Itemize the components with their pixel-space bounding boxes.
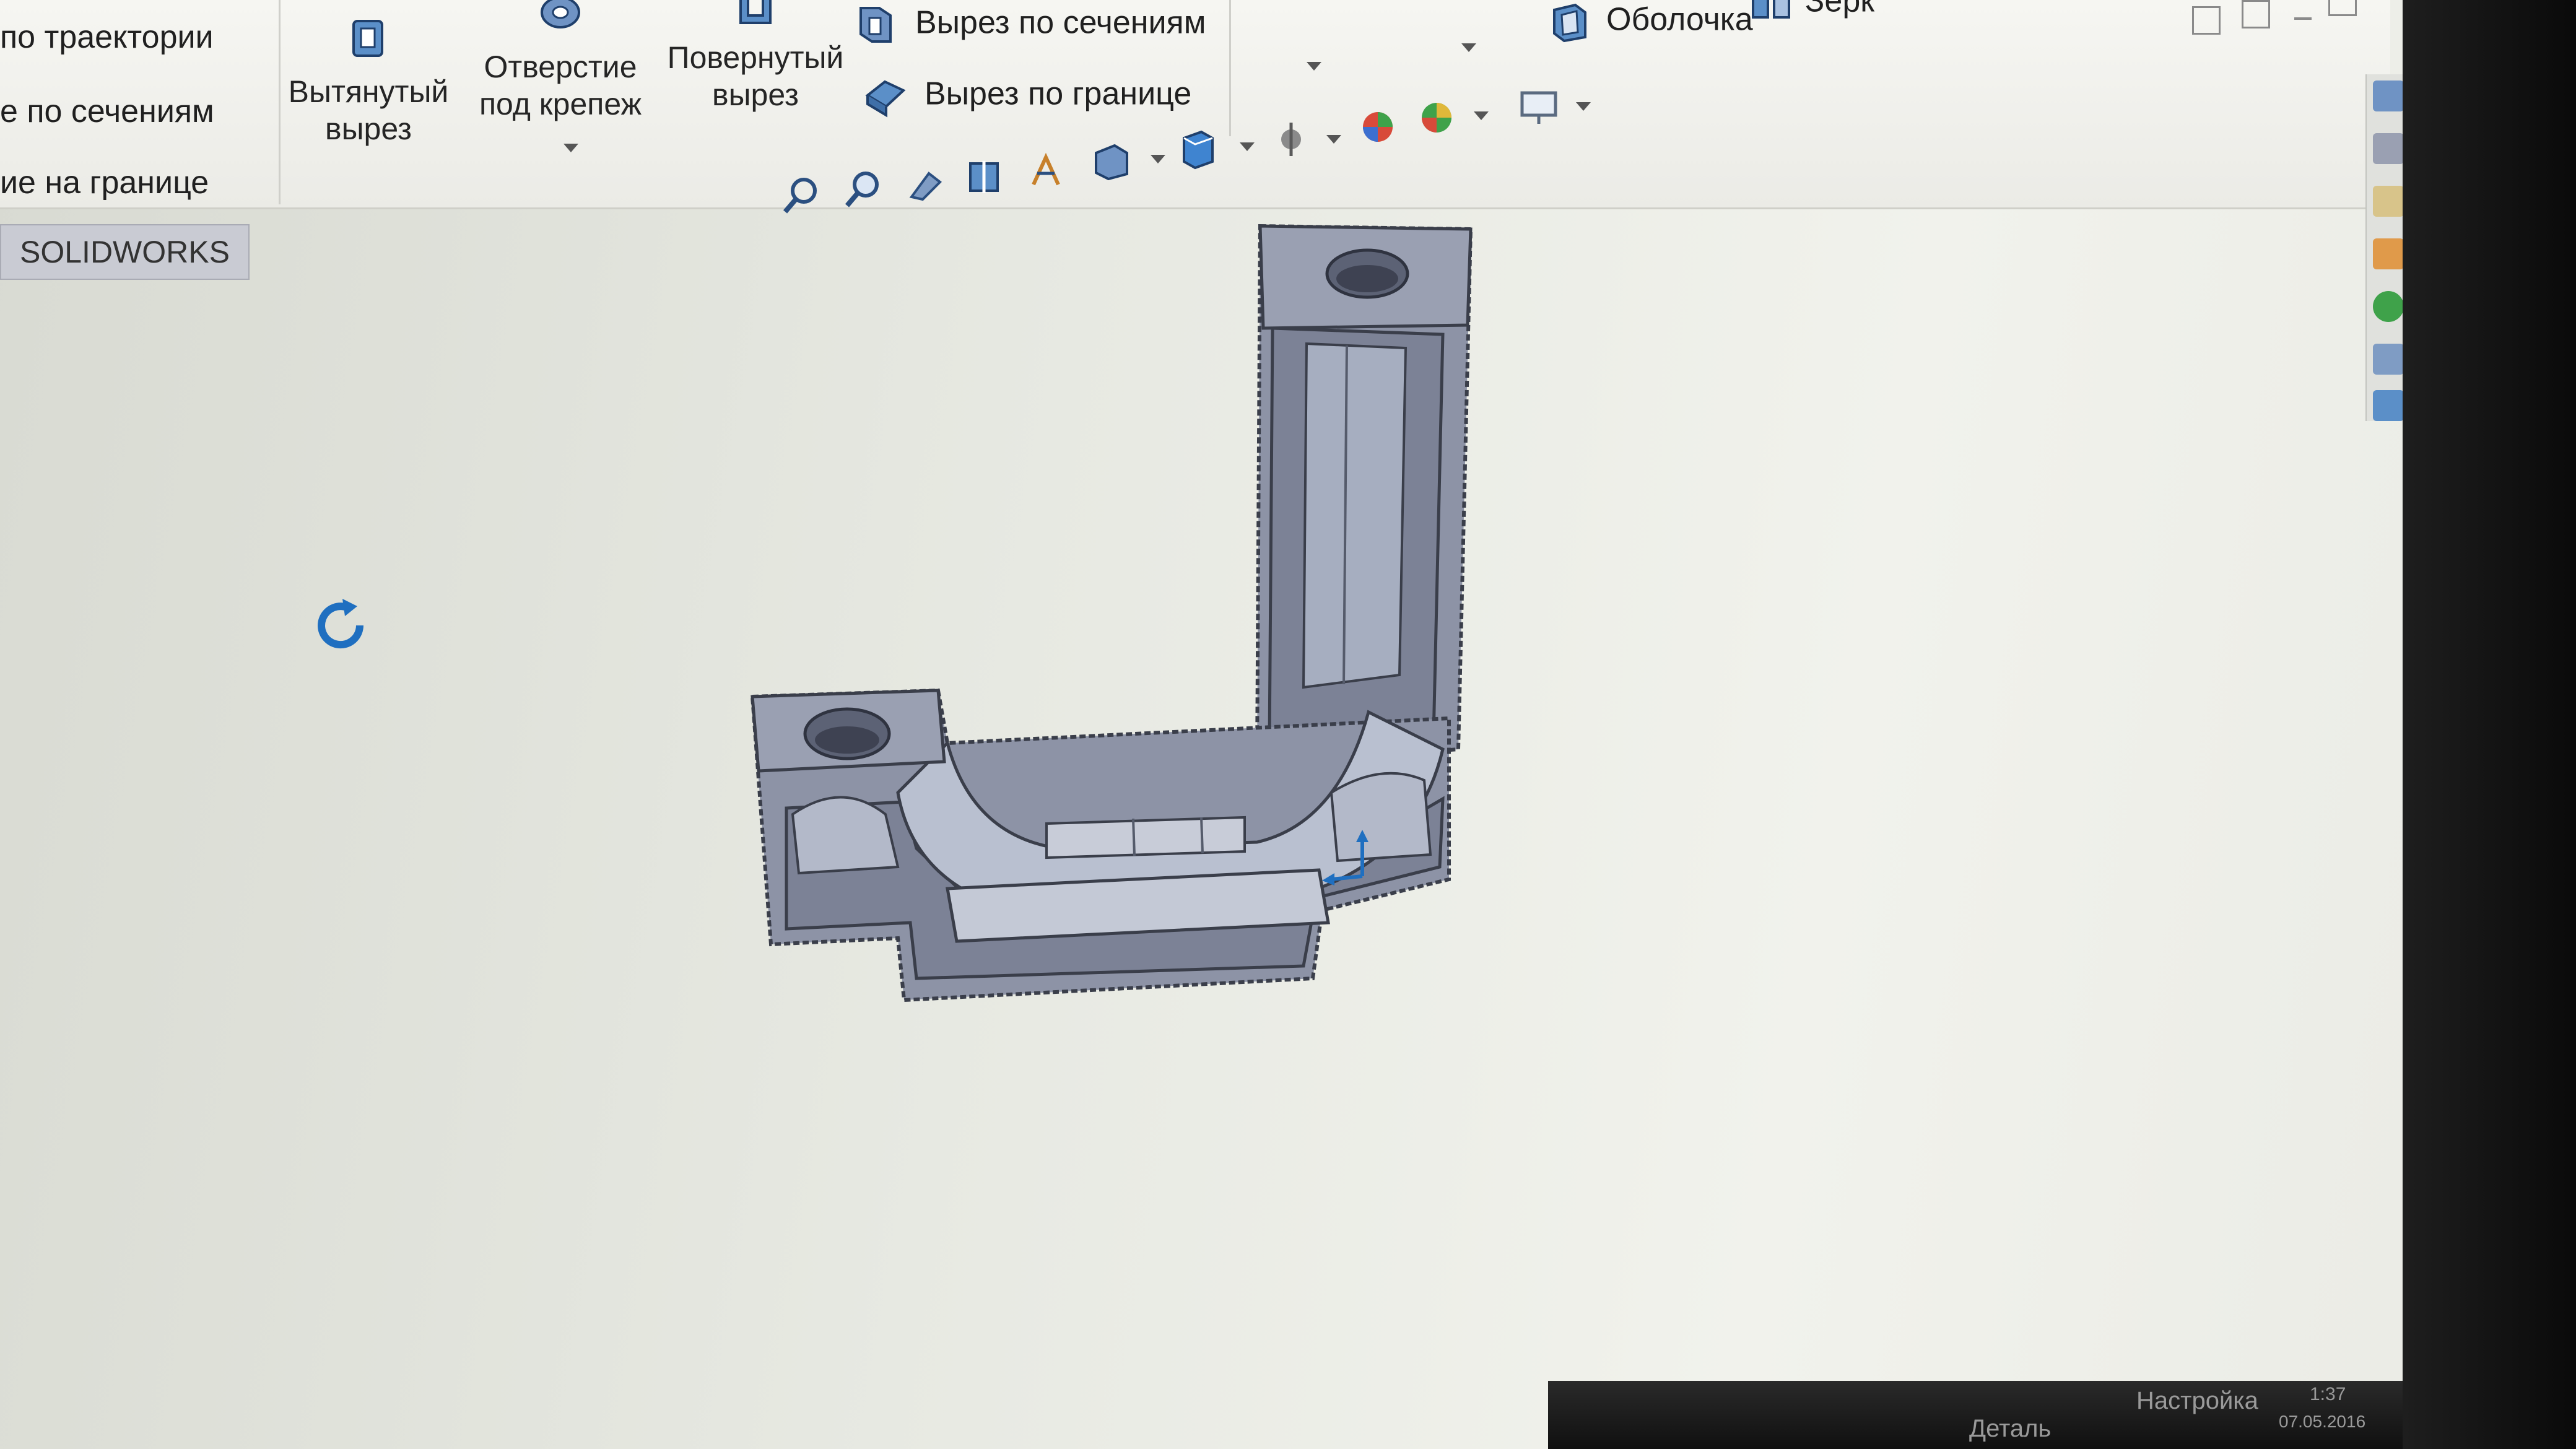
tile-icon[interactable] xyxy=(2242,0,2270,28)
maximize-icon[interactable] xyxy=(2328,0,2357,16)
restore-icon[interactable] xyxy=(2192,6,2221,35)
custom-properties-icon[interactable] xyxy=(2373,344,2404,375)
ribbon-more-dropdown-icon[interactable] xyxy=(1307,62,1321,71)
apply-scene-icon[interactable] xyxy=(1415,96,1458,139)
base-flat-face xyxy=(1045,816,1246,859)
status-custom-button[interactable]: Настройка xyxy=(2136,1387,2258,1415)
extruded-cut-line1: Вытянутый xyxy=(288,74,449,109)
hide-show-icon[interactable] xyxy=(1269,118,1313,161)
ribbon-divider-2 xyxy=(1229,0,1231,136)
display-style-dropdown-icon[interactable] xyxy=(1240,142,1255,151)
base-edge-2 xyxy=(1200,817,1204,854)
shell-icon xyxy=(1553,3,1586,43)
revolved-cut-button[interactable]: Повернутый вырез xyxy=(663,0,848,113)
revolved-cut-line1: Повернутый xyxy=(667,40,844,75)
ribbon-divider xyxy=(279,0,281,204)
screen: по траектории е по сечениям ие на границ… xyxy=(0,0,2576,1449)
base-right-fillet xyxy=(1329,772,1432,863)
mirror-button[interactable]: Зерк xyxy=(1749,0,1874,25)
monitor-bezel xyxy=(2403,0,2576,1449)
view-settings-dropdown-icon[interactable] xyxy=(1576,102,1591,111)
hole-wizard-line1: Отверстие xyxy=(484,50,637,84)
dynamic-annotation-icon[interactable] xyxy=(1025,149,1068,192)
status-bar: Деталь Настройка 1:37 07.05.2016 xyxy=(1548,1381,2415,1449)
column-channel-face xyxy=(1302,342,1408,689)
extruded-cut-button[interactable]: Вытянутый вырез xyxy=(288,12,449,147)
view-orientation-dropdown-icon[interactable] xyxy=(1151,155,1165,163)
mirror-label: Зерк xyxy=(1805,0,1874,19)
boundary-cut-button[interactable]: Вырез по границе xyxy=(864,74,1191,118)
design-library-icon[interactable] xyxy=(2373,238,2404,269)
clock-time: 1:37 xyxy=(2310,1384,2346,1404)
file-explorer-icon[interactable] xyxy=(2373,186,2404,217)
boundary-cut-icon xyxy=(865,80,906,118)
hole-wizard-dropdown-icon[interactable] xyxy=(564,144,578,152)
hide-show-dropdown-icon[interactable] xyxy=(1326,135,1341,144)
minimize-icon[interactable] xyxy=(2294,17,2312,20)
boundary-cut-left-button[interactable]: ие на границе xyxy=(0,164,209,201)
shell-label: Оболочка xyxy=(1606,1,1753,38)
extruded-cut-line2: вырез xyxy=(325,111,412,146)
edit-appearance-icon[interactable] xyxy=(1356,105,1399,149)
home-icon[interactable] xyxy=(2373,80,2404,111)
mirror-icon xyxy=(1752,0,1790,19)
previous-view-icon[interactable] xyxy=(904,161,947,204)
swept-cut-button[interactable]: по траектории xyxy=(0,19,214,56)
extruded-cut-icon xyxy=(352,20,383,57)
hole-wizard-button[interactable]: Отверстие под крепеж xyxy=(468,0,653,123)
hole-wizard-line2: под крепеж xyxy=(479,87,642,121)
appearances-icon[interactable] xyxy=(2373,291,2404,322)
lofted-cut-label: Вырез по сечениям xyxy=(915,4,1206,41)
base-edge-1 xyxy=(1132,818,1136,856)
view-settings-icon[interactable] xyxy=(1517,87,1560,130)
rotate-view-icon xyxy=(318,599,364,649)
boss-hole-depth xyxy=(815,726,879,754)
boundary-cut-label: Вырез по границе xyxy=(925,76,1192,112)
view-orientation-icon[interactable] xyxy=(1090,139,1133,183)
shell-button[interactable]: Оболочка xyxy=(1548,0,1753,43)
forum-icon[interactable] xyxy=(2373,390,2404,421)
hole-wizard-icon xyxy=(541,0,580,28)
status-part-label: Деталь xyxy=(1969,1415,2052,1442)
section-view-icon[interactable] xyxy=(963,155,1006,198)
resources-icon[interactable] xyxy=(2373,133,2404,164)
clock-date: 07.05.2016 xyxy=(2279,1412,2366,1431)
ribbon-more-dropdown-icon-2[interactable] xyxy=(1461,43,1476,52)
lofted-cut-icon xyxy=(859,7,892,43)
command-manager-ribbon: по траектории е по сечениям ие на границ… xyxy=(0,0,2390,209)
lofted-cut-button[interactable]: Вырез по сечениям xyxy=(855,3,1206,46)
display-style-icon[interactable] xyxy=(1177,127,1220,170)
solidworks-tab[interactable]: SOLIDWORKS xyxy=(0,224,250,280)
column-hole-depth xyxy=(1336,265,1398,292)
revolved-cut-line2: вырез xyxy=(712,77,799,112)
apply-scene-dropdown-icon[interactable] xyxy=(1474,111,1489,120)
lofted-cut-left-button[interactable]: е по сечениям xyxy=(0,93,214,130)
3d-part-model[interactable] xyxy=(712,204,1517,1040)
revolved-cut-icon xyxy=(739,0,772,24)
